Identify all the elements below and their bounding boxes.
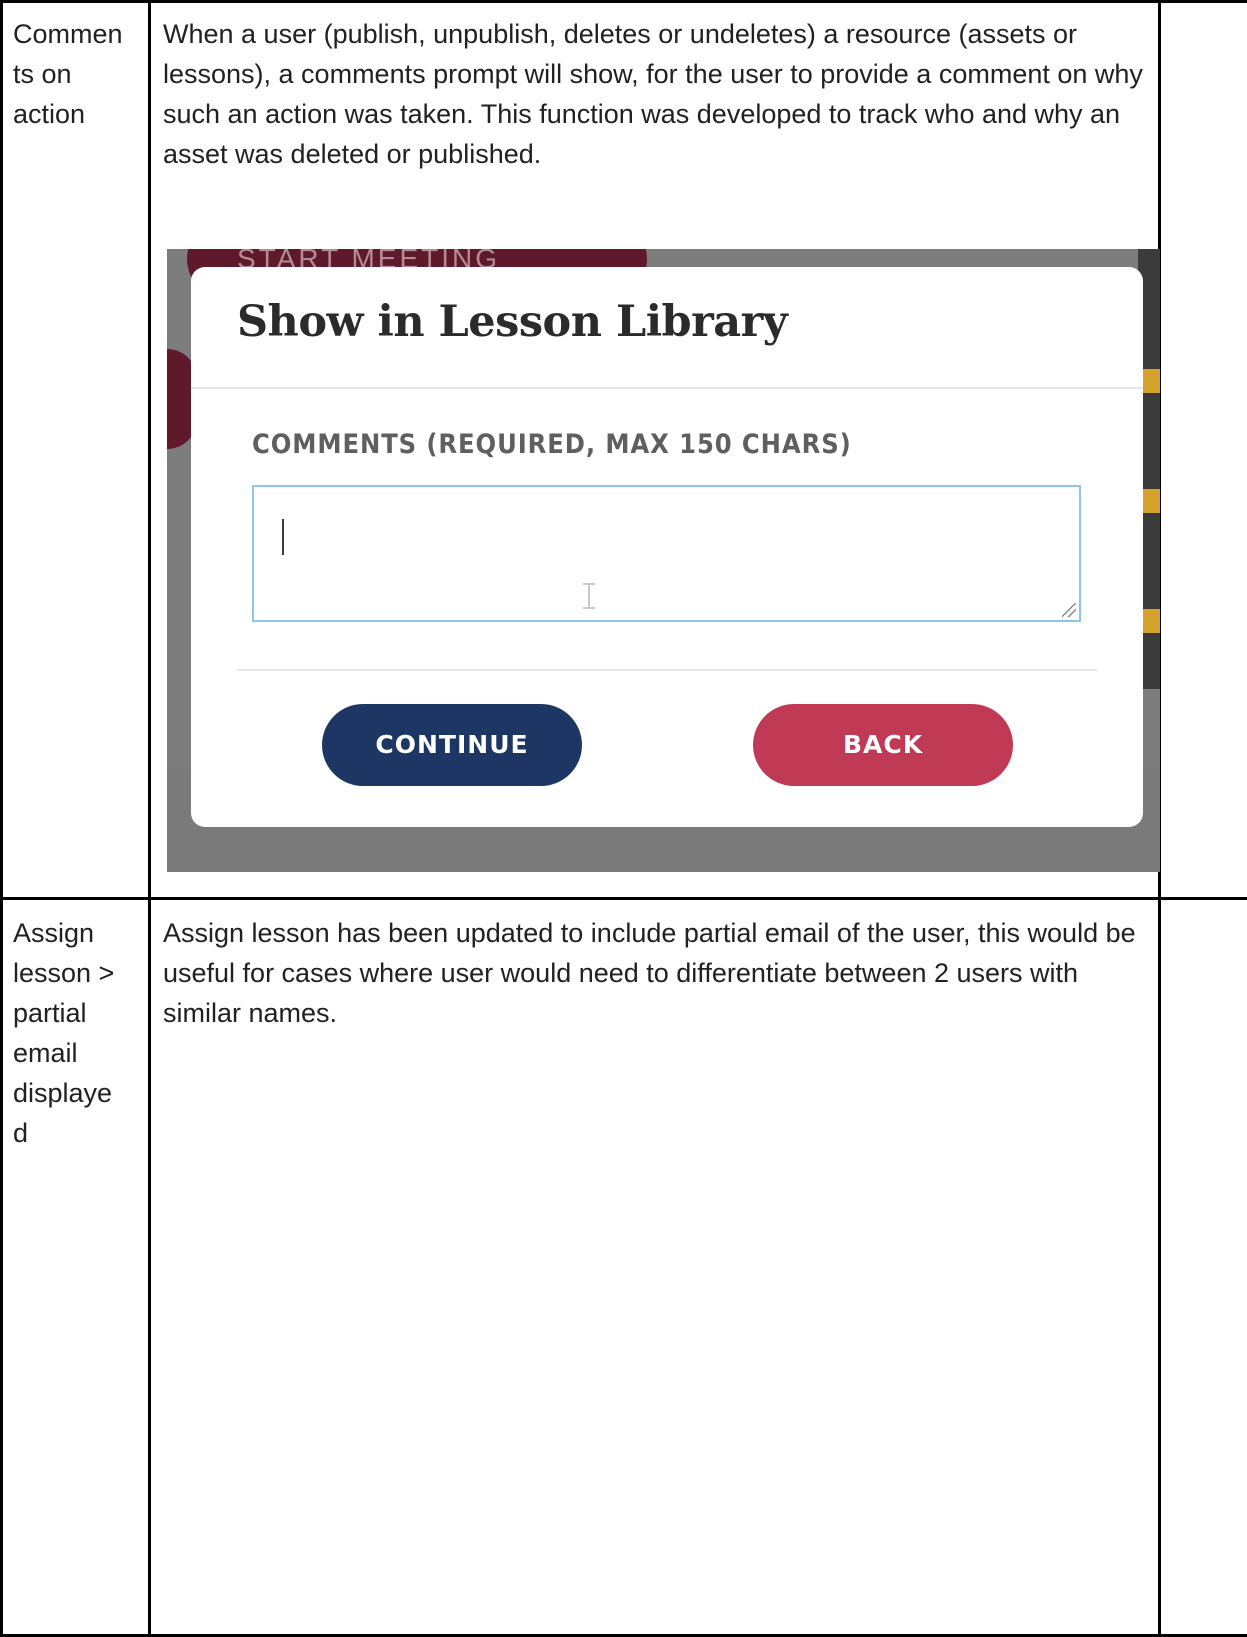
text-caret	[282, 519, 284, 555]
row-description-comments-on-action: When a user (publish, unpublish, deletes…	[163, 19, 1143, 169]
dialog-footer-divider	[237, 669, 1097, 671]
table-column-divider	[148, 0, 151, 1637]
table-border-left	[0, 0, 3, 1637]
back-button[interactable]: BACK	[753, 704, 1013, 786]
row-label-comments-on-action: Commen ts on action	[13, 19, 123, 129]
background-start-meeting-text: START MEETING	[237, 249, 501, 269]
continue-button[interactable]: CONTINUE	[322, 704, 582, 786]
ibeam-cursor-icon	[583, 583, 595, 609]
table-row-divider	[0, 897, 1247, 900]
embedded-screenshot: START MEETING Show in Lesson Library COM…	[167, 249, 1160, 872]
table-border-top	[0, 0, 1247, 3]
dialog-title: Show in Lesson Library	[237, 297, 788, 347]
background-stripe	[1142, 369, 1160, 393]
dialog-divider	[191, 387, 1143, 389]
comments-field-label: COMMENTS (REQUIRED, MAX 150 CHARS)	[252, 429, 852, 460]
comments-dialog: Show in Lesson Library COMMENTS (REQUIRE…	[191, 267, 1143, 827]
document-page: Commen ts on action When a user (publish…	[0, 0, 1247, 1637]
background-stripe	[1142, 609, 1160, 633]
row-description-assign-lesson: Assign lesson has been updated to includ…	[163, 918, 1136, 1028]
row-label-assign-lesson: Assign lesson > partial email displaye d	[13, 918, 115, 1148]
background-stripe	[1142, 489, 1160, 513]
resize-handle-icon[interactable]	[1062, 603, 1076, 617]
comments-textarea[interactable]	[252, 485, 1081, 622]
